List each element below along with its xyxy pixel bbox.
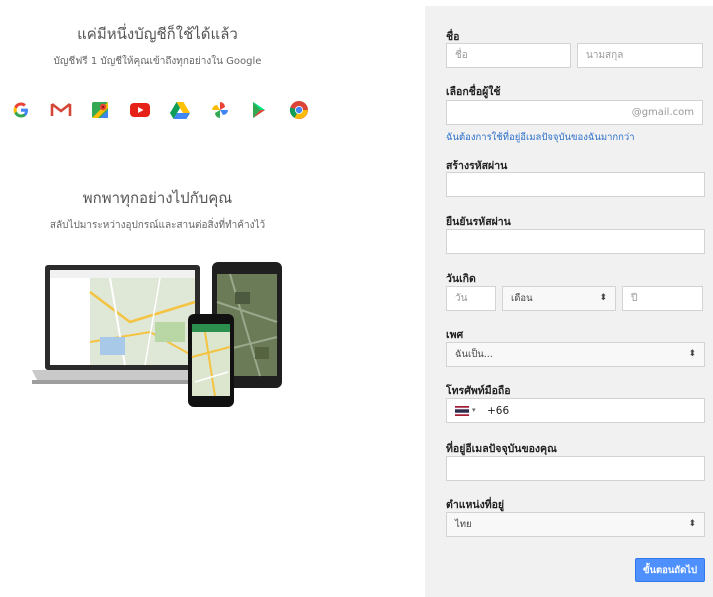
mobile-input[interactable]: ▾ +66 [446,398,705,423]
current-email-input[interactable] [446,456,705,481]
chrome-icon [288,99,310,121]
select-arrows-icon: ⬍ [688,519,696,529]
confirm-password-label: ยืนยันรหัสผ่าน [446,216,511,228]
signup-form-panel: ชื่อ ชื่อ นามสกุล เลือกชื่อผู้ใช้ @gmail… [425,6,713,597]
youtube-icon [129,99,151,121]
country-dropdown-icon[interactable]: ▾ [472,406,476,414]
day-placeholder: วัน [455,293,468,304]
google-g-icon [10,99,32,121]
birthday-day-input[interactable]: วัน [446,286,496,311]
play-icon [248,99,270,121]
gender-select[interactable]: ฉันเป็น... ⬍ [446,342,705,367]
photos-icon [209,99,231,121]
confirm-password-input[interactable] [446,229,705,254]
gmail-suffix: @gmail.com [631,107,694,118]
location-value: ไทย [455,519,472,530]
username-input[interactable]: @gmail.com [446,100,703,125]
location-label: ตำแหน่งที่อยู่ [446,499,505,511]
next-step-button[interactable]: ขั้นตอนถัดไป [635,558,705,582]
country-code: +66 [487,404,510,417]
birthday-month-select[interactable]: เดือน ⬍ [502,286,616,311]
month-value: เดือน [511,293,533,304]
gender-value: ฉันเป็น... [455,349,493,360]
devices-illustration [30,262,285,410]
gmail-icon [50,99,72,121]
select-arrows-icon: ⬍ [688,349,696,359]
username-label: เลือกชื่อผู้ใช้ [446,86,501,98]
promo-subtitle-2: สลับไปมาระหว่างอุปกรณ์และสานต่อสิ่งที่ทำ… [49,220,266,231]
use-current-email-link[interactable]: ฉันต้องการใช้ที่อยู่อีเมลปัจจุบันของฉันม… [446,130,635,145]
promo-title: แค่มีหนึ่งบัญชีก็ใช้ได้แล้ว [77,25,238,43]
drive-icon [169,99,191,121]
promo-subtitle: บัญชีฟรี 1 บัญชีให้คุณเข้าถึงทุกอย่างใน … [53,56,262,67]
location-select[interactable]: ไทย ⬍ [446,512,705,537]
password-input[interactable] [446,172,705,197]
year-placeholder: ปี [631,293,638,304]
last-name-input[interactable]: นามสกุล [577,43,703,68]
select-arrows-icon: ⬍ [599,293,607,303]
app-icon-row [10,99,310,121]
birthday-year-input[interactable]: ปี [622,286,703,311]
gender-label: เพศ [446,329,464,341]
mobile-label: โทรศัพท์มือถือ [446,385,511,397]
promo-column: แค่มีหนึ่งบัญชีก็ใช้ได้แล้ว บัญชีฟรี 1 บ… [0,0,413,597]
maps-icon [89,99,111,121]
first-name-input[interactable]: ชื่อ [446,43,571,68]
first-name-placeholder: ชื่อ [455,50,468,61]
thai-flag-icon[interactable] [455,406,469,416]
birthday-label: วันเกิด [446,273,476,285]
promo-title-2: พกพาทุกอย่างไปกับคุณ [82,189,233,207]
last-name-placeholder: นามสกุล [586,50,624,61]
current-email-label: ที่อยู่อีเมลปัจจุบันของคุณ [446,443,557,455]
